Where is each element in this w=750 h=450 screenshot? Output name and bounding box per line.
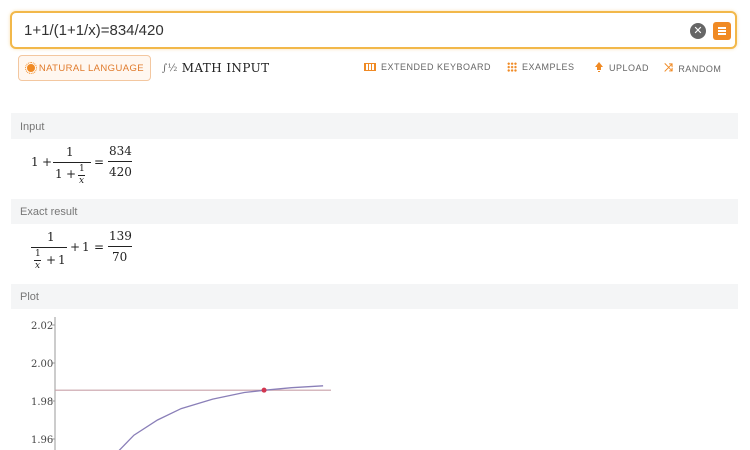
exact-result-pod: 1 1 x + 1 + 1 = 139 70 bbox=[11, 224, 738, 284]
exact-plus: + bbox=[70, 240, 81, 254]
keyboard-icon bbox=[364, 63, 376, 71]
y-tick-label: 1.98 bbox=[31, 397, 53, 408]
examples-button[interactable]: EXAMPLES bbox=[507, 62, 575, 72]
y-tick-label: 2.00 bbox=[31, 359, 53, 370]
shuffle-icon: ⤨ bbox=[664, 62, 674, 74]
exact-inner-num: 1 bbox=[35, 249, 41, 259]
input-rhs-bar bbox=[108, 161, 132, 162]
plot-chart: 2.02 2.00 1.98 1.96 bbox=[31, 317, 331, 450]
input-eq: = bbox=[94, 155, 105, 169]
math-input-icon: ∫½ bbox=[162, 62, 178, 74]
y-tick-label: 1.96 bbox=[31, 435, 53, 446]
clear-icon[interactable]: ✕ bbox=[690, 23, 706, 39]
exact-rhs-den: 70 bbox=[112, 250, 128, 264]
exact-frac-num: 1 bbox=[47, 230, 55, 244]
upload-button[interactable]: UPLOAD bbox=[594, 62, 649, 73]
examples-label: EXAMPLES bbox=[522, 62, 575, 72]
intersection-point bbox=[261, 387, 267, 393]
random-label: RANDOM bbox=[678, 63, 722, 74]
exact-eq: = bbox=[94, 240, 105, 254]
input-inner-den: x bbox=[79, 176, 85, 186]
search-bar[interactable]: 1+1/(1+1/x)=834/420 ✕ bbox=[10, 11, 737, 49]
input-frac-bar bbox=[53, 162, 91, 163]
exact-inner-plus: + bbox=[46, 253, 57, 267]
extended-keyboard-button[interactable]: EXTENDED KEYBOARD bbox=[364, 62, 491, 72]
input-inner-num: 1 bbox=[79, 164, 85, 174]
upload-label: UPLOAD bbox=[609, 62, 650, 73]
input-frac-num: 1 bbox=[66, 145, 74, 159]
exact-rhs-bar bbox=[108, 246, 132, 247]
search-input[interactable]: 1+1/(1+1/x)=834/420 bbox=[24, 22, 164, 39]
extended-keyboard-label: EXTENDED KEYBOARD bbox=[381, 62, 492, 72]
y-tick-label: 2.02 bbox=[31, 321, 53, 332]
random-button[interactable]: ⤨ RANDOM bbox=[664, 62, 721, 75]
input-pod-title: Input bbox=[20, 121, 45, 133]
natural-language-label: NATURAL LANGUAGE bbox=[38, 62, 144, 74]
input-den-one: 1 bbox=[55, 167, 63, 181]
exact-inner-den: x bbox=[35, 261, 41, 271]
input-rhs-den: 420 bbox=[109, 165, 132, 179]
input-den-plus: + bbox=[66, 167, 77, 181]
exact-one: 1 bbox=[82, 240, 90, 254]
grid-icon bbox=[507, 62, 517, 72]
math-input-label: MATH INPUT bbox=[181, 61, 270, 75]
upload-icon bbox=[594, 62, 604, 73]
math-input-button[interactable]: ∫½ MATH INPUT bbox=[156, 55, 269, 81]
input-rhs-num: 834 bbox=[109, 144, 132, 158]
menu-icon[interactable] bbox=[713, 22, 731, 40]
exact-frac-bar bbox=[31, 247, 67, 248]
exact-inner-one: 1 bbox=[58, 253, 66, 267]
exact-rhs-num: 139 bbox=[109, 229, 132, 243]
input-plus: + bbox=[42, 155, 53, 169]
natural-language-button[interactable]: NATURAL LANGUAGE bbox=[18, 55, 151, 81]
exact-result-pod-title: Exact result bbox=[20, 206, 78, 218]
input-pod: 1 + 1 1 + 1 x = 834 420 bbox=[11, 139, 738, 199]
sun-icon bbox=[25, 62, 37, 74]
series-curve bbox=[118, 385, 324, 450]
input-one: 1 bbox=[31, 155, 39, 169]
plot-pod-title: Plot bbox=[20, 291, 39, 303]
